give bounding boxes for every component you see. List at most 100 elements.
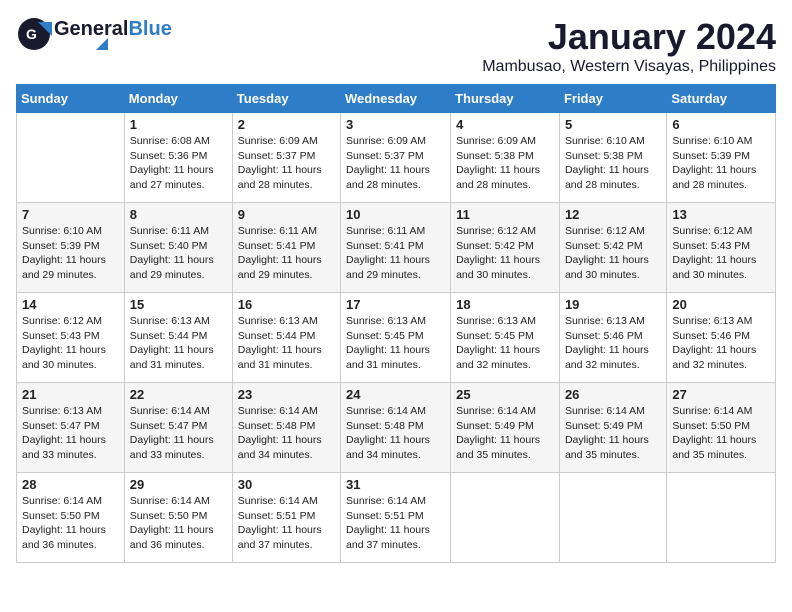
day-number: 12 <box>565 207 661 222</box>
day-number: 13 <box>672 207 770 222</box>
calendar-cell: 23 Sunrise: 6:14 AM Sunset: 5:48 PM Dayli… <box>232 383 340 473</box>
cell-info: Sunrise: 6:09 AM Sunset: 5:37 PM Dayligh… <box>238 134 335 193</box>
calendar-cell: 21 Sunrise: 6:13 AM Sunset: 5:47 PM Dayli… <box>17 383 125 473</box>
header-day-tuesday: Tuesday <box>232 85 340 113</box>
cell-info: Sunrise: 6:13 AM Sunset: 5:47 PM Dayligh… <box>22 404 119 463</box>
cell-info: Sunrise: 6:12 AM Sunset: 5:43 PM Dayligh… <box>22 314 119 373</box>
calendar-cell <box>451 473 560 563</box>
calendar-cell: 14 Sunrise: 6:12 AM Sunset: 5:43 PM Dayli… <box>17 293 125 383</box>
calendar-cell: 30Sunrise: 6:14 AM Sunset: 5:51 PM Dayli… <box>232 473 340 563</box>
cell-info: Sunrise: 6:12 AM Sunset: 5:42 PM Dayligh… <box>456 224 554 283</box>
day-number: 20 <box>672 297 770 312</box>
cell-info: Sunrise: 6:13 AM Sunset: 5:46 PM Dayligh… <box>672 314 770 373</box>
cell-info: Sunrise: 6:13 AM Sunset: 5:45 PM Dayligh… <box>456 314 554 373</box>
cell-info: Sunrise: 6:10 AM Sunset: 5:39 PM Dayligh… <box>22 224 119 283</box>
day-number: 18 <box>456 297 554 312</box>
calendar-cell: 27Sunrise: 6:14 AM Sunset: 5:50 PM Dayli… <box>667 383 776 473</box>
calendar-cell: 6 Sunrise: 6:10 AM Sunset: 5:39 PM Daylig… <box>667 113 776 203</box>
cell-info: Sunrise: 6:14 AM Sunset: 5:50 PM Dayligh… <box>672 404 770 463</box>
day-number: 21 <box>22 387 119 402</box>
cell-info: Sunrise: 6:14 AM Sunset: 5:51 PM Dayligh… <box>346 494 445 553</box>
day-number: 11 <box>456 207 554 222</box>
cell-info: Sunrise: 6:13 AM Sunset: 5:46 PM Dayligh… <box>565 314 661 373</box>
calendar-cell: 28 Sunrise: 6:14 AM Sunset: 5:50 PM Dayli… <box>17 473 125 563</box>
cell-info: Sunrise: 6:13 AM Sunset: 5:44 PM Dayligh… <box>130 314 227 373</box>
day-number: 22 <box>130 387 227 402</box>
calendar-cell: 17 Sunrise: 6:13 AM Sunset: 5:45 PM Dayli… <box>341 293 451 383</box>
day-number: 19 <box>565 297 661 312</box>
logo-blue: Blue <box>128 18 171 40</box>
day-number: 3 <box>346 117 445 132</box>
day-number: 29 <box>130 477 227 492</box>
header-day-friday: Friday <box>559 85 666 113</box>
calendar-cell: 25Sunrise: 6:14 AM Sunset: 5:49 PM Dayli… <box>451 383 560 473</box>
day-number: 23 <box>238 387 335 402</box>
cell-info: Sunrise: 6:14 AM Sunset: 5:48 PM Dayligh… <box>346 404 445 463</box>
logo-general: General <box>54 18 128 40</box>
calendar-cell: 2 Sunrise: 6:09 AM Sunset: 5:37 PM Daylig… <box>232 113 340 203</box>
header-day-monday: Monday <box>124 85 232 113</box>
header-day-sunday: Sunday <box>17 85 125 113</box>
calendar-cell: 26Sunrise: 6:14 AM Sunset: 5:49 PM Dayli… <box>559 383 666 473</box>
cell-info: Sunrise: 6:12 AM Sunset: 5:42 PM Dayligh… <box>565 224 661 283</box>
header-day-wednesday: Wednesday <box>341 85 451 113</box>
cell-info: Sunrise: 6:11 AM Sunset: 5:41 PM Dayligh… <box>346 224 445 283</box>
header-day-saturday: Saturday <box>667 85 776 113</box>
calendar-week-3: 14 Sunrise: 6:12 AM Sunset: 5:43 PM Dayli… <box>17 293 776 383</box>
cell-info: Sunrise: 6:14 AM Sunset: 5:50 PM Dayligh… <box>22 494 119 553</box>
day-number: 31 <box>346 477 445 492</box>
day-number: 17 <box>346 297 445 312</box>
day-number: 6 <box>672 117 770 132</box>
day-number: 7 <box>22 207 119 222</box>
cell-info: Sunrise: 6:09 AM Sunset: 5:37 PM Dayligh… <box>346 134 445 193</box>
calendar-header-row: SundayMondayTuesdayWednesdayThursdayFrid… <box>17 85 776 113</box>
calendar-cell: 20 Sunrise: 6:13 AM Sunset: 5:46 PM Dayli… <box>667 293 776 383</box>
calendar: SundayMondayTuesdayWednesdayThursdayFrid… <box>16 84 776 563</box>
day-number: 9 <box>238 207 335 222</box>
calendar-cell <box>17 113 125 203</box>
cell-info: Sunrise: 6:13 AM Sunset: 5:45 PM Dayligh… <box>346 314 445 373</box>
calendar-cell: 8 Sunrise: 6:11 AM Sunset: 5:40 PM Daylig… <box>124 203 232 293</box>
cell-info: Sunrise: 6:12 AM Sunset: 5:43 PM Dayligh… <box>672 224 770 283</box>
day-number: 2 <box>238 117 335 132</box>
cell-info: Sunrise: 6:14 AM Sunset: 5:49 PM Dayligh… <box>456 404 554 463</box>
month-title: January 2024 <box>482 16 776 58</box>
cell-info: Sunrise: 6:14 AM Sunset: 5:47 PM Dayligh… <box>130 404 227 463</box>
calendar-week-2: 7 Sunrise: 6:10 AM Sunset: 5:39 PM Daylig… <box>17 203 776 293</box>
day-number: 24 <box>346 387 445 402</box>
calendar-cell: 24 Sunrise: 6:14 AM Sunset: 5:48 PM Dayli… <box>341 383 451 473</box>
calendar-cell: 22 Sunrise: 6:14 AM Sunset: 5:47 PM Dayli… <box>124 383 232 473</box>
cell-info: Sunrise: 6:13 AM Sunset: 5:44 PM Dayligh… <box>238 314 335 373</box>
day-number: 8 <box>130 207 227 222</box>
cell-info: Sunrise: 6:14 AM Sunset: 5:49 PM Dayligh… <box>565 404 661 463</box>
calendar-cell: 9 Sunrise: 6:11 AM Sunset: 5:41 PM Daylig… <box>232 203 340 293</box>
calendar-cell: 1Sunrise: 6:08 AM Sunset: 5:36 PM Daylig… <box>124 113 232 203</box>
calendar-cell: 7 Sunrise: 6:10 AM Sunset: 5:39 PM Daylig… <box>17 203 125 293</box>
calendar-cell: 10 Sunrise: 6:11 AM Sunset: 5:41 PM Dayli… <box>341 203 451 293</box>
calendar-cell: 29 Sunrise: 6:14 AM Sunset: 5:50 PM Dayli… <box>124 473 232 563</box>
day-number: 5 <box>565 117 661 132</box>
day-number: 4 <box>456 117 554 132</box>
cell-info: Sunrise: 6:11 AM Sunset: 5:40 PM Dayligh… <box>130 224 227 283</box>
calendar-cell: 3 Sunrise: 6:09 AM Sunset: 5:37 PM Daylig… <box>341 113 451 203</box>
header-day-thursday: Thursday <box>451 85 560 113</box>
calendar-cell: 18 Sunrise: 6:13 AM Sunset: 5:45 PM Dayli… <box>451 293 560 383</box>
calendar-week-4: 21 Sunrise: 6:13 AM Sunset: 5:47 PM Dayli… <box>17 383 776 473</box>
cell-info: Sunrise: 6:14 AM Sunset: 5:50 PM Dayligh… <box>130 494 227 553</box>
calendar-cell: 12 Sunrise: 6:12 AM Sunset: 5:42 PM Dayli… <box>559 203 666 293</box>
cell-info: Sunrise: 6:14 AM Sunset: 5:48 PM Dayligh… <box>238 404 335 463</box>
header: G GeneralBlue January 2024 Mambusao, Wes… <box>16 16 776 76</box>
cell-info: Sunrise: 6:11 AM Sunset: 5:41 PM Dayligh… <box>238 224 335 283</box>
day-number: 28 <box>22 477 119 492</box>
cell-info: Sunrise: 6:10 AM Sunset: 5:39 PM Dayligh… <box>672 134 770 193</box>
cell-info: Sunrise: 6:09 AM Sunset: 5:38 PM Dayligh… <box>456 134 554 193</box>
day-number: 10 <box>346 207 445 222</box>
calendar-cell: 15Sunrise: 6:13 AM Sunset: 5:44 PM Dayli… <box>124 293 232 383</box>
calendar-cell: 13 Sunrise: 6:12 AM Sunset: 5:43 PM Dayli… <box>667 203 776 293</box>
cell-info: Sunrise: 6:14 AM Sunset: 5:51 PM Dayligh… <box>238 494 335 553</box>
calendar-cell: 31 Sunrise: 6:14 AM Sunset: 5:51 PM Dayli… <box>341 473 451 563</box>
day-number: 16 <box>238 297 335 312</box>
day-number: 14 <box>22 297 119 312</box>
calendar-week-1: 1Sunrise: 6:08 AM Sunset: 5:36 PM Daylig… <box>17 113 776 203</box>
cell-info: Sunrise: 6:10 AM Sunset: 5:38 PM Dayligh… <box>565 134 661 193</box>
